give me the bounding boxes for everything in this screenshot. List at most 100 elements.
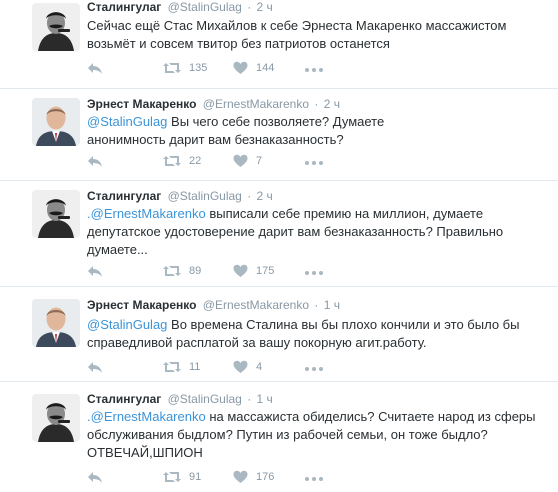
more-icon <box>305 59 323 77</box>
retweet-count: 135 <box>189 62 208 74</box>
reply-button[interactable] <box>87 60 103 76</box>
reply-button[interactable] <box>87 469 103 485</box>
author-name[interactable]: Сталингулаг <box>87 392 161 406</box>
reply-button[interactable] <box>87 359 103 375</box>
tweet-text: @StalinGulag Во времена Сталина вы бы пл… <box>87 316 547 352</box>
timestamp[interactable]: 2 ч <box>257 189 273 203</box>
tweet-actions: 89 175 <box>87 263 487 279</box>
more-button[interactable] <box>305 153 323 169</box>
tweet-text: Сейчас ещё Стас Михайлов к себе Эрнеста … <box>87 17 547 53</box>
tweet[interactable]: Сталингулаг @StalinGulag · 1 ч .@ErnestM… <box>0 383 558 492</box>
retweet-icon <box>163 264 181 278</box>
retweet-button[interactable]: 135 <box>163 60 207 76</box>
timestamp[interactable]: 2 ч <box>324 97 340 111</box>
reply-icon <box>87 360 103 374</box>
heart-icon <box>233 154 248 168</box>
stalin-avatar[interactable] <box>32 190 80 238</box>
stalin-avatar[interactable] <box>32 394 80 442</box>
like-count: 4 <box>256 361 263 373</box>
more-button[interactable] <box>305 60 323 76</box>
tweet[interactable]: Сталингулаг @StalinGulag · 2 ч .@ErnestM… <box>0 182 558 288</box>
more-button[interactable] <box>305 263 323 279</box>
tweet-actions: 11 4 <box>87 359 487 375</box>
mention-link[interactable]: @StalinGulag <box>87 114 167 129</box>
like-button[interactable]: 4 <box>233 359 262 375</box>
author-name[interactable]: Сталингулаг <box>87 189 161 203</box>
timestamp[interactable]: 1 ч <box>324 298 340 312</box>
tweet-text-body: Сейчас ещё Стас Михайлов к себе Эрнеста … <box>87 18 507 51</box>
reply-icon <box>87 61 103 75</box>
retweet-count: 91 <box>189 471 202 483</box>
timestamp[interactable]: 1 ч <box>257 392 273 406</box>
divider <box>0 286 558 287</box>
stalin-avatar[interactable] <box>32 3 80 51</box>
separator: · <box>247 0 252 14</box>
heart-icon <box>233 264 248 278</box>
reply-icon <box>87 470 103 484</box>
retweet-icon <box>163 154 181 168</box>
author-handle[interactable]: @StalinGulag <box>168 392 242 406</box>
mention-link[interactable]: @ErnestMakarenko <box>91 409 206 424</box>
timestamp[interactable]: 2 ч <box>257 0 273 14</box>
separator: · <box>247 392 252 406</box>
more-icon <box>305 358 323 376</box>
like-count: 176 <box>256 471 275 483</box>
tweet-text: .@ErnestMakarenko выписали себе премию н… <box>87 205 547 259</box>
separator: · <box>314 97 319 111</box>
tweet[interactable]: Сталингулаг @StalinGulag · 2 ч Сейчас ещ… <box>0 0 558 92</box>
author-handle[interactable]: @ErnestMakarenko <box>203 97 309 111</box>
like-count: 144 <box>256 62 275 74</box>
retweet-icon <box>163 360 181 374</box>
reply-button[interactable] <box>87 263 103 279</box>
retweet-button[interactable]: 22 <box>163 153 201 169</box>
heart-icon <box>233 470 248 484</box>
more-icon <box>305 468 323 486</box>
more-icon <box>305 262 323 280</box>
author-name[interactable]: Эрнест Макаренко <box>87 97 196 111</box>
separator: · <box>314 298 319 312</box>
retweet-count: 89 <box>189 265 202 277</box>
heart-icon <box>233 360 248 374</box>
more-icon <box>305 152 323 170</box>
author-name[interactable]: Сталингулаг <box>87 0 161 14</box>
tweet-text: .@ErnestMakarenko на массажиста обиделис… <box>87 408 547 462</box>
like-count: 175 <box>256 265 275 277</box>
tweet-feed: Сталингулаг @StalinGulag · 2 ч Сейчас ещ… <box>0 0 558 492</box>
retweet-count: 22 <box>189 155 202 167</box>
like-button[interactable]: 144 <box>233 60 274 76</box>
more-button[interactable] <box>305 359 323 375</box>
tweet[interactable]: Эрнест Макаренко @ErnestMakarenko · 2 ч … <box>0 92 558 182</box>
retweet-button[interactable]: 11 <box>163 359 200 375</box>
retweet-icon <box>163 470 181 484</box>
like-button[interactable]: 176 <box>233 469 274 485</box>
divider <box>0 180 558 181</box>
retweet-icon <box>163 61 181 75</box>
tweet-actions: 135 144 <box>87 60 487 76</box>
separator: · <box>247 189 252 203</box>
retweet-count: 11 <box>189 361 201 373</box>
heart-icon <box>233 61 248 75</box>
mention-link[interactable]: @StalinGulag <box>87 317 167 332</box>
makarenko-avatar[interactable] <box>32 299 80 347</box>
retweet-button[interactable]: 89 <box>163 263 201 279</box>
author-handle[interactable]: @ErnestMakarenko <box>203 298 309 312</box>
like-button[interactable]: 7 <box>233 153 262 169</box>
divider <box>0 381 558 382</box>
retweet-button[interactable]: 91 <box>163 469 201 485</box>
author-handle[interactable]: @StalinGulag <box>168 189 242 203</box>
reply-icon <box>87 264 103 278</box>
tweet[interactable]: Эрнест Макаренко @ErnestMakarenko · 1 ч … <box>0 288 558 383</box>
like-button[interactable]: 175 <box>233 263 274 279</box>
tweet-text: @StalinGulag Вы чего себе позволяете? Ду… <box>87 113 447 149</box>
divider <box>0 88 558 89</box>
tweet-actions: 22 7 <box>87 153 487 169</box>
author-handle[interactable]: @StalinGulag <box>168 0 242 14</box>
makarenko-avatar[interactable] <box>32 98 80 146</box>
reply-icon <box>87 154 103 168</box>
tweet-actions: 91 176 <box>87 469 487 485</box>
like-count: 7 <box>256 155 263 167</box>
reply-button[interactable] <box>87 153 103 169</box>
author-name[interactable]: Эрнест Макаренко <box>87 298 196 312</box>
more-button[interactable] <box>305 469 323 485</box>
mention-link[interactable]: @ErnestMakarenko <box>91 206 206 221</box>
